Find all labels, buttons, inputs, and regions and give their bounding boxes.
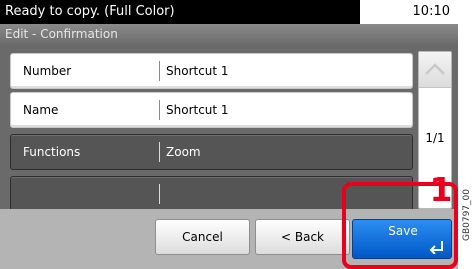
scroll-up-button[interactable]	[419, 52, 451, 88]
field-row-functions[interactable]: Functions Zoom	[10, 134, 413, 170]
screen-title: Edit - Confirmation	[0, 24, 458, 44]
field-value: Shortcut 1	[166, 103, 229, 117]
back-button[interactable]: < Back	[255, 219, 350, 255]
status-message: Ready to copy. (Full Color)	[0, 0, 360, 24]
status-time: 10:10	[360, 0, 458, 24]
field-label: Name	[23, 103, 59, 117]
figure-code: GB0797_00	[458, 168, 476, 268]
page-indicator: 1/1	[425, 131, 445, 145]
field-row-number[interactable]: Number Shortcut 1	[10, 53, 413, 89]
status-bar: Ready to copy. (Full Color) 10:10	[0, 0, 458, 24]
step-callout-number: 1	[429, 170, 453, 209]
chevron-up-icon	[425, 63, 445, 75]
cancel-button[interactable]: Cancel	[155, 219, 250, 255]
field-label: Number	[23, 64, 72, 78]
field-value: Zoom	[166, 145, 201, 159]
field-label: Functions	[23, 145, 81, 159]
field-value: Shortcut 1	[166, 64, 229, 78]
field-separator	[159, 184, 160, 204]
figure-code-text: GB0797_00	[462, 189, 472, 242]
field-row-name[interactable]: Name Shortcut 1	[10, 92, 413, 128]
